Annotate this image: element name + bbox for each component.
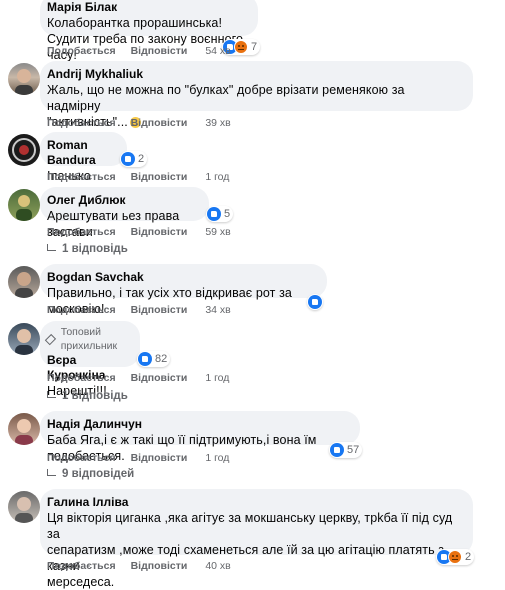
comment-bubble: Bogdan Savchak Правильно, і так усіх хто… [40, 264, 327, 316]
comment-text-line: мерседеса. [47, 575, 115, 589]
replies-count: 9 відповідей [62, 468, 135, 480]
reaction-summary[interactable] [307, 294, 323, 310]
reply-button[interactable]: Відповісти [131, 372, 188, 384]
reaction-summary[interactable]: 82 [137, 351, 171, 367]
comment-bubble: Топовий прихильник Вєра Курочкіна Нарешт… [40, 321, 140, 398]
comment-time[interactable]: 39 хв [205, 117, 230, 129]
comment-author[interactable]: Bogdan Savchak [47, 270, 315, 285]
reply-button[interactable]: Відповісти [131, 226, 188, 238]
avatar-image [15, 329, 33, 355]
avatar-image [15, 69, 33, 95]
angry-reaction-icon [234, 40, 248, 54]
avatar[interactable] [8, 63, 40, 95]
like-reaction-icon [138, 352, 152, 366]
comment-actions: Подобається Відповісти 40 хв [47, 560, 231, 572]
reply-button[interactable]: Відповісти [131, 560, 188, 572]
reply-button[interactable]: Відповісти [131, 452, 188, 464]
comment-author[interactable]: Олег Диблюк [47, 193, 197, 208]
comment-text-line: Колаборантка прорашинська! [47, 16, 223, 30]
top-fan-label: Топовий прихильник [60, 326, 118, 352]
like-button[interactable]: Подобається [47, 304, 116, 316]
avatar[interactable] [8, 134, 40, 166]
comment-time[interactable]: 54 хв [205, 45, 230, 57]
reaction-count: 5 [224, 208, 231, 220]
comment-time[interactable]: 1 год [205, 372, 229, 384]
like-reaction-icon [308, 295, 322, 309]
reaction-summary[interactable]: 2 [120, 151, 148, 167]
reply-button[interactable]: Відповісти [131, 117, 188, 129]
comment-bubble: Галина Ілліва Ця вікторія циганка ,яка а… [40, 489, 473, 589]
reaction-summary[interactable]: 57 [329, 442, 363, 458]
reaction-count: 2 [465, 551, 472, 563]
angry-reaction-icon [448, 550, 462, 564]
avatar[interactable] [8, 266, 40, 298]
reaction-count: 82 [155, 353, 168, 365]
avatar-image [12, 138, 36, 162]
comment-bubble: Roman Bandura Іпанько [40, 132, 127, 183]
comment-bubble: Надія Далинчун Баба Яга,і є ж такі що її… [40, 411, 360, 463]
comment-actions: Подобається Відповісти 1 год [47, 452, 229, 464]
avatar[interactable] [8, 491, 40, 523]
like-button[interactable]: Подобається [47, 226, 116, 238]
view-replies-link[interactable]: 9 відповідей [47, 468, 134, 480]
top-fan-badge: Топовий прихильник [44, 325, 128, 353]
comment-bubble: Марія Білак Колаборантка прорашинська! С… [40, 0, 258, 62]
like-reaction-icon [207, 207, 221, 221]
comment-author[interactable]: Галина Ілліва [47, 495, 461, 510]
comment-actions: Подобається Відповісти 1 год [47, 171, 229, 183]
avatar-image [15, 272, 33, 298]
like-button[interactable]: Подобається [47, 117, 116, 129]
reaction-summary[interactable]: 2 [436, 549, 475, 565]
reply-arrow-icon [47, 390, 56, 398]
replies-count: 1 відповідь [62, 390, 128, 402]
like-reaction-icon [121, 152, 135, 166]
comment-time[interactable]: 40 хв [205, 560, 230, 572]
view-replies-link[interactable]: 1 відповідь [47, 390, 128, 402]
view-replies-link[interactable]: 1 відповідь [47, 243, 128, 255]
comment-text-line: Ця вікторія циганка ,яка агітує за мокша… [47, 511, 453, 541]
reaction-summary[interactable]: 5 [206, 206, 234, 222]
comment-actions: Подобається Відповісти 34 хв [47, 304, 231, 316]
comment-time[interactable]: 59 хв [205, 226, 230, 238]
reaction-count: 57 [347, 444, 360, 456]
reply-button[interactable]: Відповісти [131, 171, 188, 183]
like-button[interactable]: Подобається [47, 452, 116, 464]
reply-arrow-icon [47, 468, 56, 476]
like-button[interactable]: Подобається [47, 45, 116, 57]
avatar[interactable] [8, 323, 40, 355]
comment-author[interactable]: Roman Bandura [47, 138, 115, 168]
like-button[interactable]: Подобається [47, 171, 116, 183]
reply-button[interactable]: Відповісти [131, 45, 188, 57]
comment-author[interactable]: Надія Далинчун [47, 417, 348, 432]
avatar-image [15, 497, 33, 523]
replies-count: 1 відповідь [62, 243, 128, 255]
avatar-image [15, 419, 33, 445]
avatar[interactable] [8, 413, 40, 445]
comment-actions: Подобається Відповісти 59 хв [47, 226, 231, 238]
comment-text-line: Жаль, що не можна по "булках" добре вріз… [47, 83, 405, 113]
like-reaction-icon [330, 443, 344, 457]
comment-actions: Подобається Відповісти 39 хв [47, 117, 231, 129]
avatar[interactable] [8, 189, 40, 221]
comment-actions: Подобається Відповісти 54 хв [47, 45, 231, 57]
comment-time[interactable]: 1 год [205, 171, 229, 183]
reply-button[interactable]: Відповісти [131, 304, 188, 316]
like-button[interactable]: Подобається [47, 372, 116, 384]
comment-time[interactable]: 34 хв [205, 304, 230, 316]
reaction-count: 2 [138, 153, 145, 165]
comment-bubble: Andrij Mykhaliuk Жаль, що не можна по "б… [40, 61, 473, 129]
comment-author[interactable]: Andrij Mykhaliuk [47, 67, 461, 82]
avatar-image [16, 195, 32, 221]
comment-actions: Подобається Відповісти 1 год [47, 372, 229, 384]
comment-time[interactable]: 1 год [205, 452, 229, 464]
comment-bubble: Олег Диблюк Арештувати ьез права застави [40, 187, 209, 239]
comment-author[interactable]: Марія Білак [47, 0, 246, 15]
like-button[interactable]: Подобається [47, 560, 116, 572]
reply-arrow-icon [47, 243, 56, 251]
diamond-icon [44, 333, 56, 345]
reaction-count: 7 [251, 41, 258, 53]
